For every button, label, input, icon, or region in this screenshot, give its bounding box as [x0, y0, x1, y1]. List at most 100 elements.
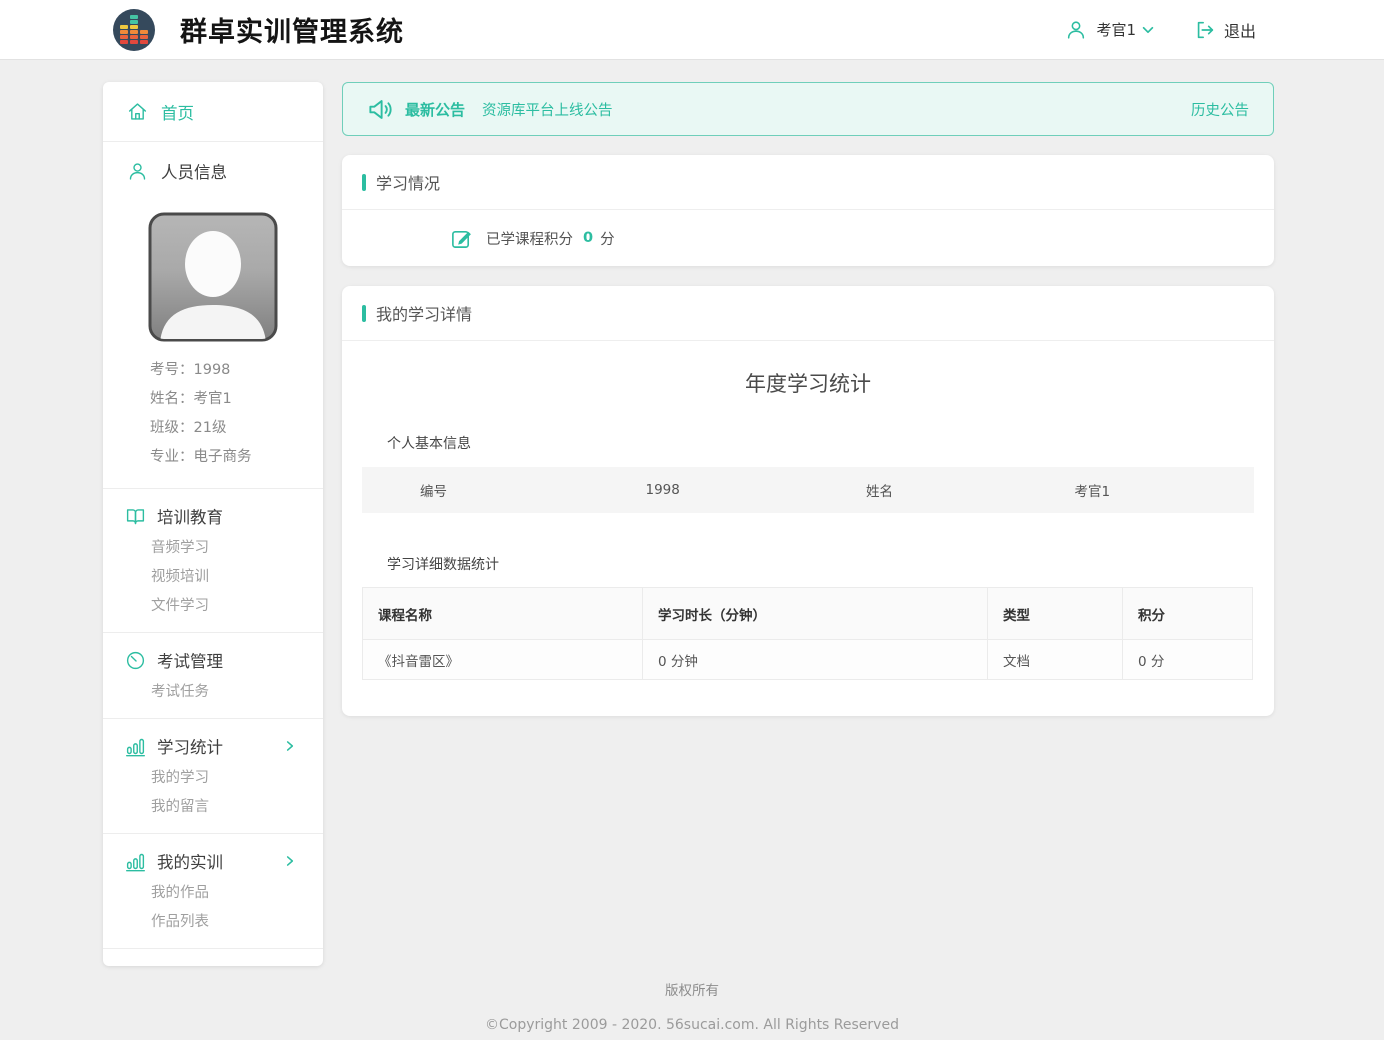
logout-label: 退出	[1224, 18, 1256, 42]
sidebar-item-my-works[interactable]: 我的作品	[151, 879, 323, 908]
profile-field-exam-no: 考号：1998	[150, 356, 323, 385]
course-score-value: 0	[583, 230, 593, 246]
copyright-en: ©Copyright 2009 - 2020. 56sucai.com. All…	[0, 1017, 1384, 1033]
basic-info-id-value: 1998	[600, 482, 826, 498]
table-header-duration: 学习时长（分钟）	[643, 588, 988, 640]
sidebar-item-my-study[interactable]: 我的学习	[151, 764, 323, 793]
accent-bar	[362, 305, 366, 322]
logout-icon	[1194, 19, 1216, 41]
study-stats-heading: 学习详细数据统计	[387, 554, 1274, 574]
learning-detail-header: 我的学习详情	[342, 286, 1274, 341]
course-score-label: 已学课程积分	[486, 228, 573, 249]
sidebar-section-training: 培训教育 音频学习 视频培训 文件学习	[103, 489, 323, 633]
profile-field-label: 专业	[150, 449, 179, 465]
chevron-down-icon	[1140, 22, 1156, 38]
section-items: 音频学习 视频培训 文件学习	[151, 534, 323, 621]
sidebar-item-file-study[interactable]: 文件学习	[151, 592, 323, 621]
bar-chart-icon	[125, 851, 146, 872]
table-row: 《抖音雷区》 0 分钟 文档 0 分	[363, 640, 1253, 680]
sidebar-section-study-stats: 学习统计 我的学习 我的留言	[103, 719, 323, 834]
basic-info-name-label: 姓名	[825, 480, 1046, 500]
sidebar-item-video-training[interactable]: 视频培训	[151, 563, 323, 592]
sidebar-home-label: 首页	[161, 100, 194, 124]
edit-icon	[450, 227, 473, 250]
profile-field-value: 电子商务	[194, 449, 252, 465]
person-icon	[127, 161, 148, 182]
table-header-course: 课程名称	[363, 588, 643, 640]
field-separator: ：	[179, 391, 194, 407]
speaker-icon	[367, 96, 394, 123]
learning-status-header: 学习情况	[342, 155, 1274, 210]
basic-info-heading: 个人基本信息	[387, 433, 1274, 453]
profile-field-name: 姓名：考官1	[150, 385, 323, 414]
logout-button[interactable]: 退出	[1194, 18, 1256, 42]
book-icon	[125, 506, 146, 527]
header: 群卓实训管理系统 考官1	[0, 0, 1384, 60]
avatar	[148, 212, 278, 342]
profile-fields: 考号：1998 姓名：考官1 班级：21级 专业：电子商务	[150, 356, 323, 472]
app-logo-icon	[112, 8, 156, 52]
basic-info-name-value: 考官1	[1046, 480, 1255, 500]
basic-info-id-label: 编号	[362, 480, 600, 500]
sidebar-section-title-my-training[interactable]: 我的实训	[103, 846, 323, 876]
home-icon	[127, 101, 148, 122]
sidebar-section-title-training[interactable]: 培训教育	[103, 501, 323, 531]
chevron-right-icon	[283, 854, 297, 868]
sidebar-section-title-exam[interactable]: 考试管理	[103, 645, 323, 675]
bar-chart-icon	[125, 736, 146, 757]
field-separator: ：	[179, 420, 194, 436]
profile-field-class: 班级：21级	[150, 414, 323, 443]
footer: 版权所有 ©Copyright 2009 - 2020. 56sucai.com…	[0, 979, 1384, 1033]
sidebar-item-home[interactable]: 首页	[103, 82, 323, 142]
header-right: 考官1 退出	[1065, 18, 1256, 42]
section-items: 考试任务	[151, 678, 323, 707]
cell-course-name: 《抖音雷区》	[363, 640, 643, 680]
user-name: 考官1	[1096, 19, 1136, 40]
section-title-label: 培训教育	[157, 504, 223, 528]
sidebar-section-exam: 考试管理 考试任务	[103, 633, 323, 719]
profile-field-label: 考号	[150, 362, 179, 378]
section-items: 我的作品 作品列表	[151, 879, 323, 937]
cell-duration: 0 分钟	[643, 640, 988, 680]
section-title-label: 学习统计	[157, 734, 223, 758]
profile-field-value: 1998	[194, 362, 231, 378]
cell-type: 文档	[988, 640, 1123, 680]
compass-icon	[125, 650, 146, 671]
sidebar-item-my-messages[interactable]: 我的留言	[151, 793, 323, 822]
cell-score: 0 分	[1123, 640, 1253, 680]
table-header-row: 课程名称 学习时长（分钟） 类型 积分	[363, 588, 1253, 640]
section-items: 我的学习 我的留言	[151, 764, 323, 822]
profile-field-value: 21级	[194, 420, 227, 436]
user-menu[interactable]: 考官1	[1065, 19, 1156, 41]
sidebar-section-title-study-stats[interactable]: 学习统计	[103, 731, 323, 761]
announcement-link[interactable]: 资源库平台上线公告	[482, 99, 613, 120]
sidebar-item-works-list[interactable]: 作品列表	[151, 908, 323, 937]
course-score-unit: 分	[600, 228, 615, 249]
accent-bar	[362, 174, 366, 191]
main-content: 最新公告 资源库平台上线公告 历史公告 学习情况 已学课程积分 0 分 我的学习…	[342, 82, 1274, 716]
sidebar-personnel-label: 人员信息	[161, 159, 227, 183]
history-announcements-link[interactable]: 历史公告	[1191, 99, 1249, 120]
sidebar: 首页 人员信息	[103, 82, 323, 966]
field-separator: ：	[179, 449, 194, 465]
announcement-bar: 最新公告 资源库平台上线公告 历史公告	[342, 82, 1274, 136]
learning-status-card: 学习情况 已学课程积分 0 分	[342, 155, 1274, 266]
table-header-score: 积分	[1123, 588, 1253, 640]
copyright-cn: 版权所有	[0, 979, 1384, 999]
learning-detail-card: 我的学习详情 年度学习统计 个人基本信息 编号 1998 姓名 考官1 学习详细…	[342, 286, 1274, 716]
sidebar-item-audio-study[interactable]: 音频学习	[151, 534, 323, 563]
sidebar-item-exam-task[interactable]: 考试任务	[151, 678, 323, 707]
section-title-label: 我的实训	[157, 849, 223, 873]
study-detail-table: 课程名称 学习时长（分钟） 类型 积分 《抖音雷区》 0 分钟 文档 0 分	[362, 587, 1253, 680]
user-icon	[1065, 19, 1087, 41]
sidebar-section-my-training: 我的实训 我的作品 作品列表	[103, 834, 323, 949]
app-title: 群卓实训管理系统	[180, 10, 404, 49]
chevron-right-icon	[283, 739, 297, 753]
annual-study-report-title: 年度学习统计	[342, 368, 1274, 398]
learning-detail-title: 我的学习详情	[376, 301, 472, 325]
sidebar-item-personnel[interactable]: 人员信息	[103, 142, 323, 200]
profile-panel: 考号：1998 姓名：考官1 班级：21级 专业：电子商务	[103, 200, 323, 489]
learning-status-title: 学习情况	[376, 170, 440, 194]
field-separator: ：	[179, 362, 194, 378]
table-header-type: 类型	[988, 588, 1123, 640]
